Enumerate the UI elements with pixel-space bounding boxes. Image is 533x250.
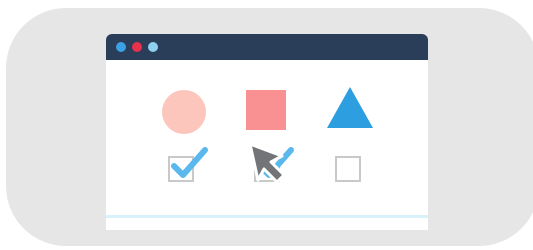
- mouse-pointer-icon: [248, 142, 286, 184]
- window-footer-divider: [106, 215, 428, 218]
- triangle-shape: [327, 87, 373, 128]
- circle-checkbox[interactable]: [168, 147, 208, 182]
- window-titlebar: [106, 34, 428, 60]
- browser-window: [106, 34, 428, 230]
- maximize-dot[interactable]: [148, 42, 158, 52]
- triangle-checkbox[interactable]: [335, 156, 361, 182]
- close-dot[interactable]: [116, 42, 126, 52]
- illustration-canvas: [0, 0, 533, 250]
- circle-shape: [162, 90, 206, 134]
- minimize-dot[interactable]: [132, 42, 142, 52]
- checkmark-icon: [171, 147, 208, 178]
- square-shape: [246, 90, 286, 130]
